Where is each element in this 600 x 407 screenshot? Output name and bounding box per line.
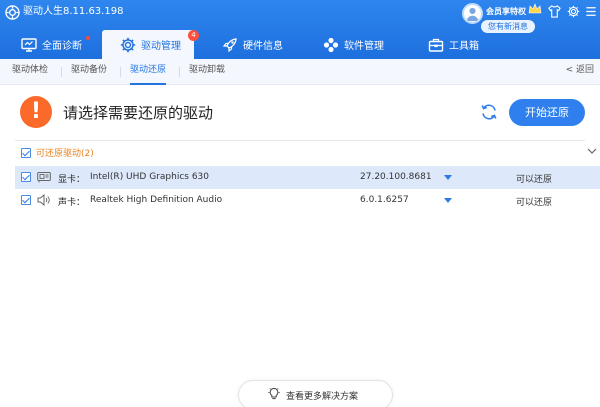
user-icon: [466, 7, 479, 22]
group-label: 可还原驱动(2): [36, 149, 94, 159]
driver-update-count-badge: 4: [188, 30, 199, 41]
apps-grid-icon: [323, 37, 339, 52]
table-row[interactable]: 声卡： Realtek High Definition Audio 6.0.1.…: [15, 189, 600, 212]
menu-icon[interactable]: [585, 5, 597, 18]
chevron-down-icon[interactable]: [587, 147, 597, 155]
main-nav: 全面诊断 驱动管理 4 硬件信息 软件管理 工具箱: [0, 30, 600, 59]
driver-type: 显卡：: [58, 175, 86, 185]
display-card-icon: [37, 172, 51, 183]
restorable-group-header[interactable]: 可还原驱动(2): [0, 144, 600, 162]
nav-label: 驱动管理: [141, 41, 181, 52]
divider: [179, 67, 180, 77]
app-header: 驱动人生8.11.63.198 会员享特权 您有新消息 全面诊断 驱动管理 4 …: [0, 0, 600, 59]
driver-type: 声卡：: [58, 198, 86, 208]
nav-label: 软件管理: [344, 41, 384, 52]
notification-dot: [86, 36, 90, 40]
lightbulb-icon: [268, 387, 280, 400]
nav-software-management[interactable]: 软件管理: [323, 30, 384, 59]
divider: [61, 67, 62, 77]
toolbox-icon: [428, 38, 444, 52]
more-solutions-button[interactable]: 查看更多解决方案: [238, 380, 393, 407]
divider: [120, 67, 121, 77]
subtab-driver-uninstall[interactable]: 驱动卸载: [189, 59, 225, 85]
start-restore-button[interactable]: 开始还原: [509, 99, 585, 126]
sub-tabs: 驱动体检 驱动备份 驱动还原 驱动卸载 < 返回: [0, 59, 600, 85]
title-bar: 驱动人生8.11.63.198 会员享特权 您有新消息: [0, 0, 600, 33]
app-logo-icon: [5, 5, 20, 20]
group-checkbox[interactable]: [21, 148, 31, 158]
nav-full-diagnosis[interactable]: 全面诊断: [21, 30, 82, 59]
version-dropdown-caret[interactable]: [444, 175, 452, 180]
table-row[interactable]: 显卡： Intel(R) UHD Graphics 630 27.20.100.…: [15, 166, 600, 189]
driver-name: Intel(R) UHD Graphics 630: [90, 172, 209, 182]
monitor-icon: [21, 37, 37, 52]
gear-icon: [120, 37, 136, 52]
driver-status: 可以还原: [516, 175, 553, 185]
nav-hardware-info[interactable]: 硬件信息: [222, 30, 283, 59]
app-title: 驱动人生8.11.63.198: [23, 6, 124, 17]
driver-name: Realtek High Definition Audio: [90, 195, 223, 205]
row-checkbox[interactable]: [21, 172, 31, 182]
warning-icon: !: [20, 96, 52, 128]
nav-label: 工具箱: [449, 41, 479, 52]
nav-label: 全面诊断: [42, 41, 82, 52]
driver-version: 6.0.1.6257: [360, 195, 409, 205]
row-checkbox[interactable]: [21, 195, 31, 205]
settings-gear-icon[interactable]: [567, 5, 580, 18]
page-title: 请选择需要还原的驱动: [63, 104, 214, 122]
divider: [15, 140, 585, 141]
rocket-icon: [222, 37, 237, 52]
subtab-driver-backup[interactable]: 驱动备份: [71, 59, 107, 85]
more-solutions-label: 查看更多解决方案: [286, 392, 359, 402]
driver-version: 27.20.100.8681: [360, 172, 432, 182]
nav-toolbox[interactable]: 工具箱: [428, 30, 479, 59]
crown-icon: [528, 3, 542, 14]
subtab-driver-restore[interactable]: 驱动还原: [130, 59, 167, 85]
subtab-driver-check[interactable]: 驱动体检: [12, 59, 48, 85]
back-button[interactable]: < 返回: [566, 59, 594, 81]
version-dropdown-caret[interactable]: [444, 198, 452, 203]
nav-driver-management[interactable]: 驱动管理: [102, 30, 194, 59]
driver-status: 可以还原: [516, 198, 553, 208]
speaker-icon: [37, 194, 50, 206]
shirt-skin-icon[interactable]: [548, 5, 561, 18]
refresh-icon[interactable]: [479, 102, 499, 122]
nav-label: 硬件信息: [243, 41, 283, 52]
vip-label[interactable]: 会员享特权: [486, 6, 526, 17]
avatar[interactable]: [462, 3, 483, 24]
